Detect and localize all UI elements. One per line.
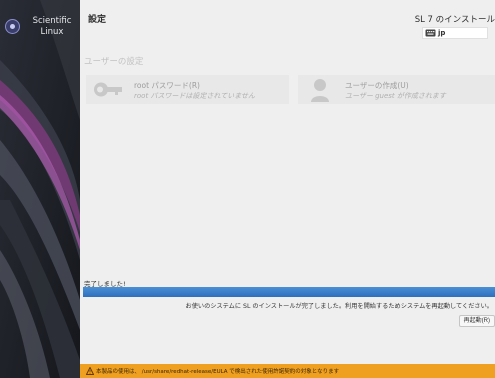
license-notice: 本製品の使用は、 /usr/share/redhat-release/EULA …	[96, 369, 340, 375]
user-icon	[311, 79, 329, 102]
main-content: 設定 SL 7 のインストール jp ユーザーの設定 root パスワード(R)…	[80, 0, 495, 378]
reboot-button[interactable]: 再起動(R)	[458, 315, 495, 327]
root-password-spoke[interactable]: root パスワード(R) root パスワードは設定されていません	[86, 75, 289, 104]
key-icon	[94, 82, 122, 97]
progress-fill	[83, 287, 495, 297]
warning-icon	[86, 367, 94, 375]
brand-name: Scientific Linux	[32, 16, 72, 37]
root-password-status: root パスワードは設定されていません	[134, 92, 255, 100]
install-title: SL 7 のインストール	[414, 15, 495, 25]
brand-logo: Scientific Linux	[0, 12, 80, 42]
license-bar: 本製品の使用は、 /usr/share/redhat-release/EULA …	[80, 364, 495, 378]
scientific-linux-logo-icon	[5, 19, 20, 34]
page-title: 設定	[88, 15, 107, 25]
root-password-title: root パスワード(R)	[134, 81, 200, 90]
install-progress-bar	[83, 287, 495, 297]
keyboard-icon	[425, 29, 436, 37]
user-settings-heading: ユーザーの設定	[84, 57, 144, 67]
user-creation-spoke[interactable]: ユーザーの作成(U) ユーザー guest が作成されます	[298, 75, 495, 104]
user-creation-status: ユーザー guest が作成されます	[345, 92, 446, 100]
user-creation-title: ユーザーの作成(U)	[345, 81, 409, 90]
completion-message: お使いのシステムに SL のインストールが完了しました。利用を開始するためシステ…	[185, 303, 493, 310]
keyboard-layout-indicator[interactable]: jp	[422, 27, 488, 39]
sidebar: Scientific Linux	[0, 0, 80, 378]
keyboard-layout-label: jp	[438, 29, 446, 37]
sidebar-artwork	[0, 0, 80, 378]
